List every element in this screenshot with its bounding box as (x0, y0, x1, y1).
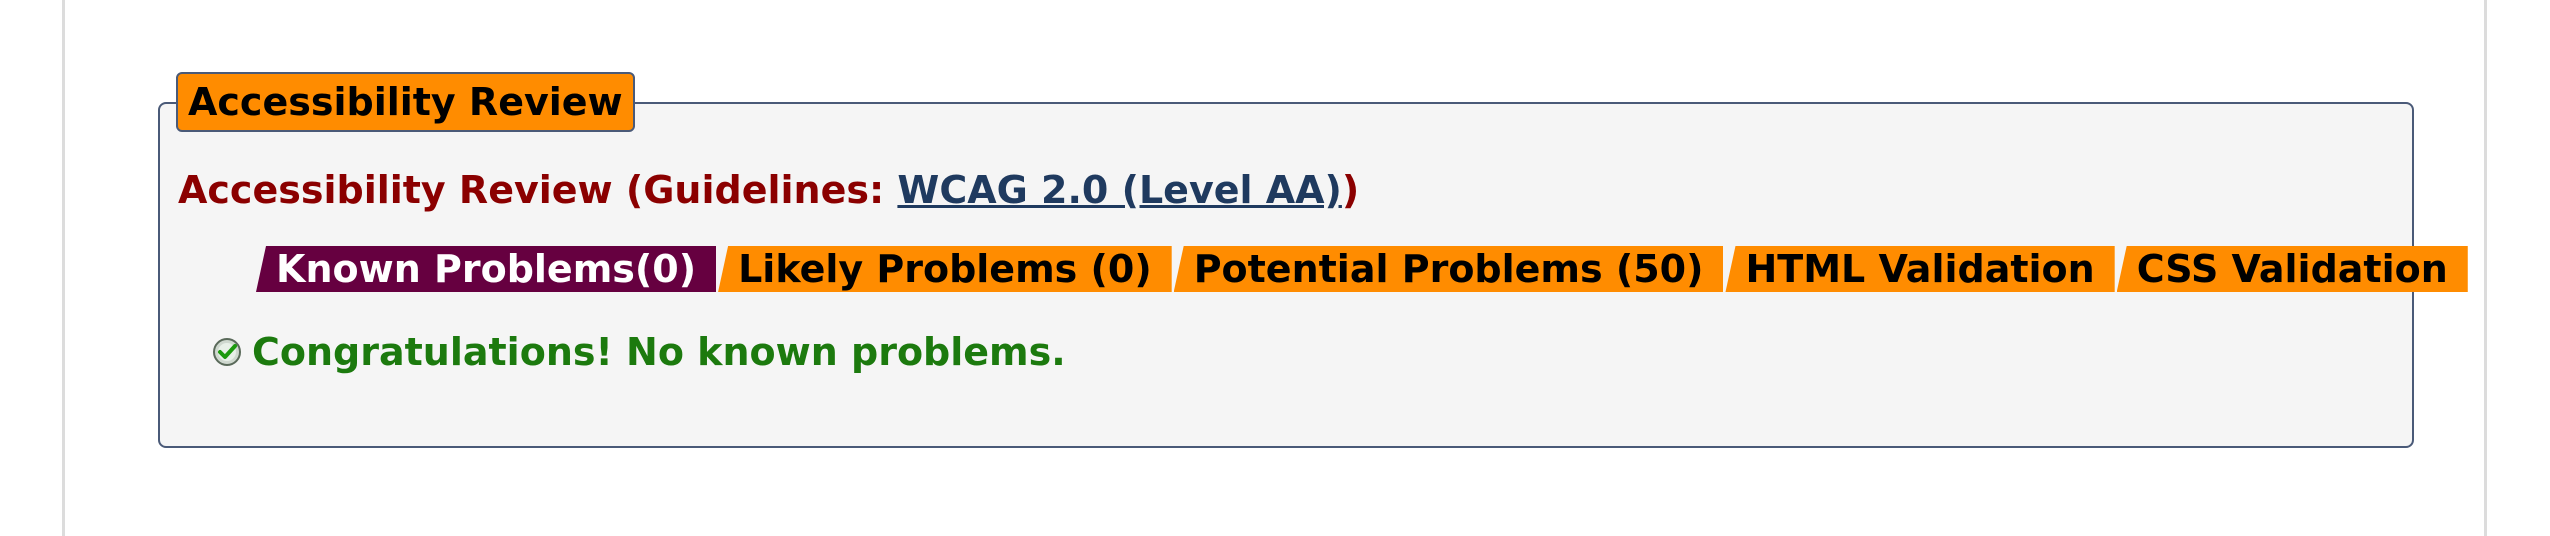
review-heading: Accessibility Review (Guidelines: WCAG 2… (178, 168, 1359, 212)
tab-label: CSS Validation (2136, 247, 2448, 291)
page-left-border (62, 0, 65, 536)
tab-potential-problems[interactable]: Potential Problems (50) (1173, 246, 1724, 292)
success-message: Congratulations! No known problems. (212, 330, 1066, 374)
guidelines-link[interactable]: WCAG 2.0 (Level AA) (897, 168, 1342, 212)
page: Accessibility Review Accessibility Revie… (0, 0, 2550, 536)
problem-tabs: Known Problems(0) Likely Problems (0) Po… (256, 246, 2470, 292)
tab-html-validation[interactable]: HTML Validation (1725, 246, 2115, 292)
page-right-border (2484, 0, 2487, 536)
tab-label: HTML Validation (1745, 247, 2095, 291)
tab-label: Potential Problems (50) (1193, 247, 1704, 291)
panel-legend: Accessibility Review (176, 72, 635, 132)
review-heading-suffix: ) (1341, 168, 1360, 212)
success-message-text: Congratulations! No known problems. (252, 330, 1066, 374)
tab-label: Likely Problems (0) (738, 247, 1152, 291)
tab-css-validation[interactable]: CSS Validation (2116, 246, 2468, 292)
tab-known-problems[interactable]: Known Problems(0) (256, 246, 717, 292)
tab-likely-problems[interactable]: Likely Problems (0) (718, 246, 1172, 292)
check-circle-icon (213, 338, 241, 366)
panel-legend-label: Accessibility Review (188, 80, 623, 124)
review-heading-prefix: Accessibility Review (Guidelines: (178, 168, 898, 212)
tab-label: Known Problems(0) (276, 247, 697, 291)
